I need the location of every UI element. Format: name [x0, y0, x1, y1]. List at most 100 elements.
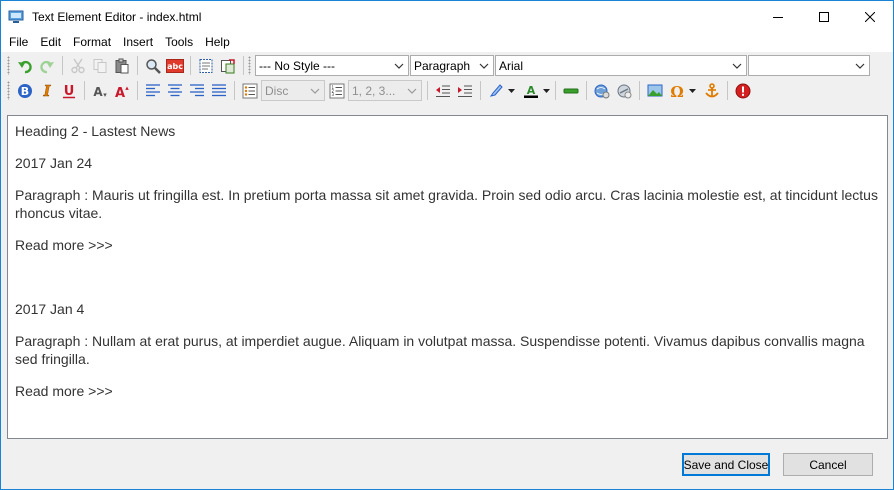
special-character-dropdown[interactable] — [688, 80, 697, 102]
spellcheck-icon: abc — [166, 58, 184, 73]
caret-down-icon — [508, 88, 515, 93]
insert-anchor-button[interactable] — [701, 80, 723, 102]
insert-image-button[interactable] — [644, 80, 666, 102]
help-button[interactable] — [732, 80, 754, 102]
svg-text:A: A — [93, 85, 103, 99]
svg-text:▾: ▾ — [103, 91, 107, 99]
font-color-button[interactable]: A — [520, 80, 542, 102]
title-bar[interactable]: Text Element Editor - index.html — [1, 1, 893, 32]
bullet-list-icon — [242, 83, 258, 98]
highlighter-icon — [489, 83, 503, 97]
magnifier-icon — [146, 58, 161, 74]
copy-icon — [93, 58, 107, 73]
font-family-select[interactable]: Arial — [495, 55, 747, 76]
block-format-value: Paragraph — [414, 58, 471, 73]
align-left-icon — [146, 83, 160, 96]
heading-text: Heading 2 - Lastest News — [15, 123, 176, 139]
highlight-button[interactable] — [485, 80, 507, 102]
menu-tools[interactable]: Tools — [159, 32, 199, 52]
post2-date: 2017 Jan 4 — [15, 301, 85, 317]
spellcheck-button[interactable]: abc — [164, 55, 186, 77]
save-and-close-button[interactable]: Save and Close — [682, 453, 770, 476]
anchor-icon — [705, 82, 719, 97]
chevron-down-icon — [394, 63, 404, 69]
numbering-style-value: 1, 2, 3... — [352, 83, 396, 98]
bold-button[interactable]: B — [14, 80, 36, 102]
toolbar-grip-format[interactable] — [248, 56, 251, 75]
redo-button[interactable] — [36, 55, 58, 77]
horizontal-rule-button[interactable] — [560, 80, 582, 102]
remove-link-button[interactable] — [613, 80, 635, 102]
toolbar-grip-2[interactable] — [7, 81, 10, 100]
select-all-button[interactable] — [195, 55, 217, 77]
toolbar-grip[interactable] — [7, 56, 10, 75]
bullet-style-value: Disc — [265, 83, 289, 98]
paste-special-button[interactable] — [217, 55, 239, 77]
horizontal-rule-icon — [563, 88, 579, 93]
underline-button[interactable]: U — [58, 80, 80, 102]
menu-edit[interactable]: Edit — [34, 32, 67, 52]
select-all-icon — [199, 58, 213, 73]
paste-icon — [115, 58, 129, 73]
caret-down-icon — [543, 88, 550, 93]
svg-text:A: A — [115, 86, 125, 99]
copy-button[interactable] — [89, 55, 111, 77]
minimize-button[interactable] — [755, 1, 801, 32]
image-icon — [647, 84, 663, 96]
style-select[interactable]: --- No Style --- — [255, 55, 409, 76]
align-right-button[interactable] — [186, 80, 208, 102]
numbered-list-button[interactable]: 123 — [326, 80, 348, 102]
unlink-icon — [617, 84, 632, 98]
cut-button[interactable] — [67, 55, 89, 77]
editor-content[interactable]: Heading 2 - Lastest News 2017 Jan 24 Par… — [7, 115, 888, 439]
align-center-button[interactable] — [164, 80, 186, 102]
app-icon — [8, 10, 24, 24]
font-larger-button[interactable]: A ▴ — [111, 80, 133, 102]
numbered-list-icon: 123 — [329, 83, 345, 98]
font-color-dropdown[interactable] — [542, 80, 551, 102]
chevron-down-icon — [310, 88, 320, 94]
outdent-button[interactable] — [432, 80, 454, 102]
insert-link-button[interactable] — [591, 80, 613, 102]
numbering-style-select[interactable]: 1, 2, 3... — [348, 80, 422, 101]
menu-file[interactable]: File — [3, 32, 34, 52]
svg-text:I: I — [42, 83, 51, 99]
indent-icon — [458, 85, 472, 97]
svg-text:B: B — [21, 85, 29, 98]
maximize-button[interactable] — [801, 1, 847, 32]
font-size-select[interactable] — [748, 55, 870, 76]
bullet-style-select[interactable]: Disc — [261, 80, 325, 101]
font-smaller-icon: A ▾ — [93, 85, 107, 99]
italic-button[interactable]: I — [36, 80, 58, 102]
menu-insert[interactable]: Insert — [117, 32, 159, 52]
post1-paragraph: Paragraph : Mauris ut fringilla est. In … — [15, 187, 878, 221]
align-center-icon — [168, 83, 182, 96]
block-format-select[interactable]: Paragraph — [410, 55, 494, 76]
align-left-button[interactable] — [142, 80, 164, 102]
close-button[interactable] — [847, 1, 893, 32]
omega-icon: Ω — [670, 83, 683, 99]
cancel-button[interactable]: Cancel — [783, 453, 873, 476]
bullet-list-button[interactable] — [239, 80, 261, 102]
svg-text:Ω: Ω — [670, 83, 683, 99]
special-character-button[interactable]: Ω — [666, 80, 688, 102]
italic-icon: I — [42, 83, 51, 99]
outdent-icon — [436, 85, 450, 97]
menu-format[interactable]: Format — [67, 32, 117, 52]
menu-bar: File Edit Format Insert Tools Help — [1, 32, 893, 52]
undo-button[interactable] — [14, 55, 36, 77]
justify-button[interactable] — [208, 80, 230, 102]
font-smaller-button[interactable]: A ▾ — [89, 80, 111, 102]
chevron-down-icon — [479, 63, 489, 69]
align-right-icon — [190, 83, 204, 96]
find-button[interactable] — [142, 55, 164, 77]
post2-paragraph: Paragraph : Nullam at erat purus, at imp… — [15, 333, 865, 367]
highlight-dropdown[interactable] — [507, 80, 516, 102]
paste-button[interactable] — [111, 55, 133, 77]
indent-button[interactable] — [454, 80, 476, 102]
help-icon — [735, 83, 751, 98]
window-title: Text Element Editor - index.html — [32, 9, 202, 24]
paste-special-icon — [221, 58, 235, 73]
menu-help[interactable]: Help — [199, 32, 236, 52]
editor-window: Text Element Editor - index.html File Ed… — [0, 0, 894, 490]
